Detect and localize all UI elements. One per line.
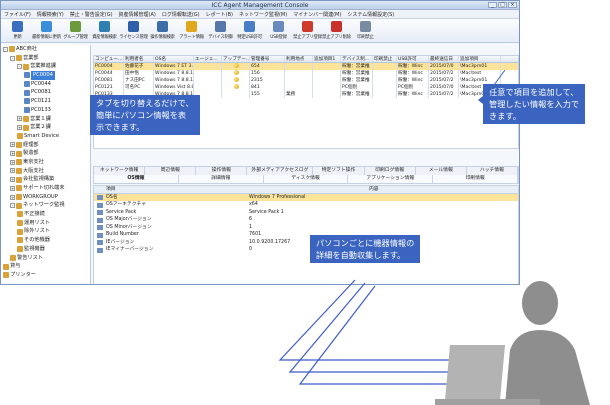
laptop-screen (445, 345, 505, 400)
person-body (505, 330, 590, 405)
callout-leader (482, 69, 506, 101)
person-laptop-illustration (435, 281, 590, 405)
callout-pointer (478, 96, 483, 104)
laptop-base (435, 399, 540, 405)
person-head (522, 281, 558, 325)
